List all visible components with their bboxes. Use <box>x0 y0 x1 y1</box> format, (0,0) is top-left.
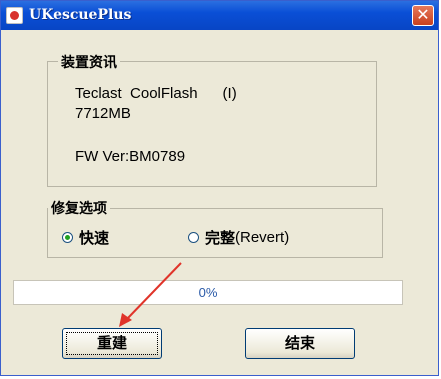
annotation-arrow <box>119 262 182 327</box>
app-window: UKescuePlus ✕ 装置资讯 Teclast CoolFlash (I)… <box>0 0 439 376</box>
